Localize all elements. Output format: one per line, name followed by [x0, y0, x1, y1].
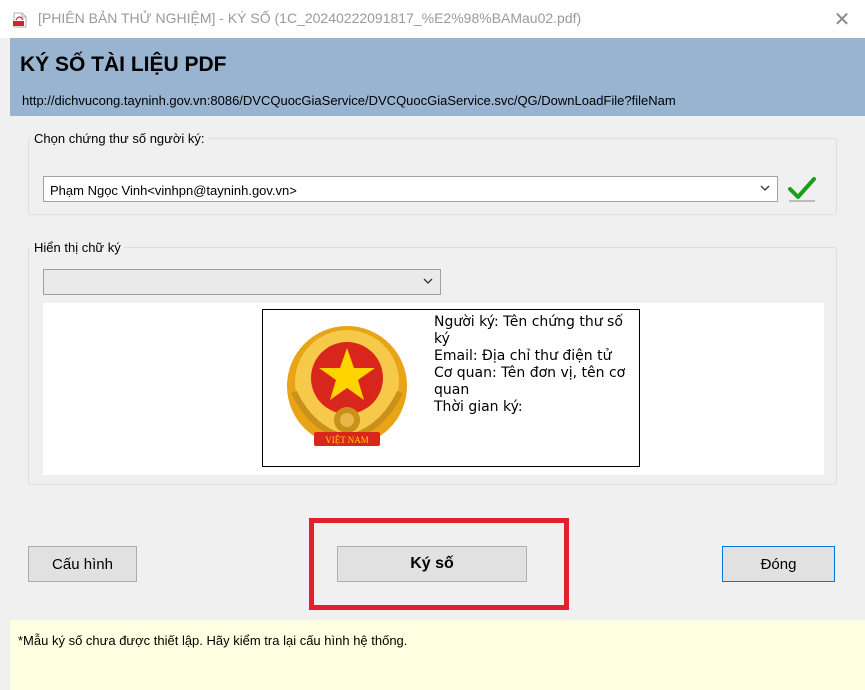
national-emblem-image: VIỆT NAM: [287, 326, 407, 446]
signature-display-select[interactable]: [43, 269, 441, 295]
chevron-down-icon: [423, 278, 433, 284]
header-banner: KÝ SỐ TÀI LIỆU PDF http://dichvucong.tay…: [10, 38, 865, 116]
config-button[interactable]: Cấu hình: [28, 546, 137, 582]
chevron-down-icon: [760, 185, 770, 191]
preview-organization-line: Cơ quan: Tên đơn vị, tên cơ quan: [434, 365, 626, 398]
certificate-group: Chọn chứng thư số người ký:: [28, 131, 837, 215]
window-title: [PHIÊN BẢN THỬ NGHIỆM] - KÝ SỐ (1C_20240…: [38, 10, 582, 26]
status-message: *Mẫu ký số chưa được thiết lập. Hãy kiểm…: [18, 633, 408, 648]
certificate-legend: Chọn chứng thư số người ký:: [34, 131, 205, 146]
page-title: KÝ SỐ TÀI LIỆU PDF: [20, 53, 227, 76]
pdf-app-icon: [13, 12, 27, 28]
certificate-selected-value: Phạm Ngọc Vinh<vinhpn@tayninh.gov.vn>: [50, 183, 297, 198]
document-url: http://dichvucong.tayninh.gov.vn:8086/DV…: [22, 93, 676, 108]
status-bar: *Mẫu ký số chưa được thiết lập. Hãy kiểm…: [10, 620, 865, 690]
signature-display-legend: Hiển thị chữ ký: [34, 240, 121, 255]
certificate-select[interactable]: Phạm Ngọc Vinh<vinhpn@tayninh.gov.vn>: [43, 176, 778, 202]
preview-signer-line: Người ký: Tên chứng thư số ký: [434, 314, 623, 347]
preview-email-line: Email: Địa chỉ thư điện tử: [434, 348, 612, 364]
preview-time-line: Thời gian ký:: [434, 399, 523, 415]
close-button[interactable]: Đóng: [722, 546, 835, 582]
verified-check-icon: [788, 177, 816, 202]
sign-button-highlight: [309, 518, 569, 610]
emblem-banner-text: VIỆT NAM: [325, 435, 369, 445]
title-bar: [PHIÊN BẢN THỬ NGHIỆM] - KÝ SỐ (1C_20240…: [0, 0, 865, 38]
close-icon: ✕: [833, 8, 851, 31]
signature-preview-text: Người ký: Tên chứng thư số ký Email: Địa…: [434, 314, 639, 416]
window-close-button[interactable]: ✕: [819, 0, 865, 38]
